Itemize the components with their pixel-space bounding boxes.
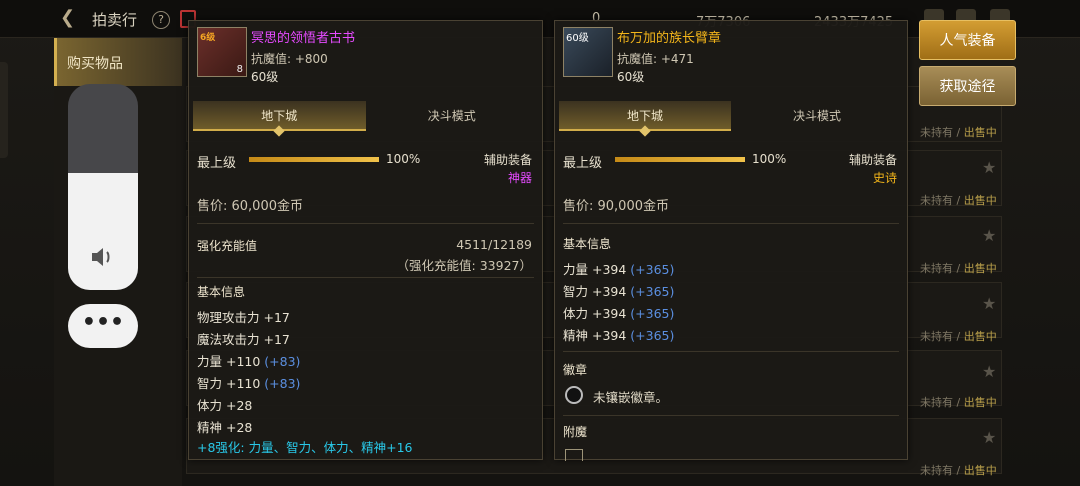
obtain-route-button[interactable]: 获取途径 xyxy=(919,66,1016,106)
item-tooltip-panel-1: 6级 8 冥思的领悟者古书 抗魔值: +800 60级 地下城 决斗模式 最上级… xyxy=(188,20,543,460)
tab-dungeon[interactable]: 地下城 xyxy=(193,101,366,131)
item-icon: 60级 xyxy=(563,27,613,77)
divider xyxy=(563,223,899,224)
stat-line: 物理攻击力 +17 xyxy=(197,310,290,325)
grade-label: 最上级 xyxy=(563,156,603,171)
item-icon-tag: 6级 xyxy=(200,33,216,43)
divider xyxy=(197,277,534,278)
grade-bar xyxy=(249,157,379,162)
item-level: 60级 xyxy=(251,70,279,84)
stat-line: 体力 +394 (+365) xyxy=(563,306,675,321)
emblem-text: 未镶嵌徽章。 xyxy=(593,390,669,405)
tab-dungeon[interactable]: 地下城 xyxy=(559,101,731,131)
divider xyxy=(563,415,899,416)
sale-price: 售价: 60,000金币 xyxy=(197,199,303,214)
stat-line: 智力 +110 (+83) xyxy=(197,376,301,391)
star-icon[interactable]: ★ xyxy=(982,158,996,177)
sale-price: 售价: 90,000金币 xyxy=(563,199,669,214)
slot-type: 辅助装备 xyxy=(483,153,532,167)
row-status: 未持有 / 出售中 xyxy=(920,262,997,275)
item-resist: 抗魔值: +800 xyxy=(251,52,328,66)
row-status: 未持有 / 出售中 xyxy=(920,194,997,207)
slot-type: 辅助装备 xyxy=(848,153,897,167)
basic-info-title: 基本信息 xyxy=(197,285,246,299)
stat-line: 精神 +28 xyxy=(197,420,253,435)
basic-info-title: 基本信息 xyxy=(563,237,612,251)
popular-equipment-button[interactable]: 人气装备 xyxy=(919,20,1016,60)
grade-bar-fill xyxy=(615,157,745,162)
star-icon[interactable]: ★ xyxy=(982,362,996,381)
stat-line: 力量 +110 (+83) xyxy=(197,354,301,369)
sidebar-item-label: 购买物品 xyxy=(67,56,123,72)
item-level: 60级 xyxy=(617,70,645,84)
row-status: 未持有 / 出售中 xyxy=(920,464,997,477)
mode-tabs: 地下城 决斗模式 xyxy=(559,101,903,131)
row-status: 未持有 / 出售中 xyxy=(920,330,997,343)
divider xyxy=(563,351,899,352)
item-tooltip-panel-2: 60级 布万加的族长臂章 抗魔值: +471 60级 地下城 决斗模式 最上级 … xyxy=(554,20,908,461)
tab-duel[interactable]: 决斗模式 xyxy=(731,101,903,131)
grade-label: 最上级 xyxy=(197,156,237,171)
grade-percent: 100% xyxy=(386,152,421,166)
help-icon[interactable]: ? xyxy=(152,11,170,29)
stat-line: 力量 +394 (+365) xyxy=(563,262,675,277)
more-options-button[interactable]: ••• xyxy=(68,304,138,348)
grade-bar xyxy=(615,157,745,162)
volume-slider-fill xyxy=(68,172,138,290)
edge-handle[interactable] xyxy=(0,62,8,158)
item-name: 布万加的族长臂章 xyxy=(617,31,722,46)
charge-value: 4511/12189 xyxy=(456,237,532,252)
item-icon-level: 60级 xyxy=(566,33,589,44)
rarity-label: 史诗 xyxy=(872,171,897,185)
enchant-checkbox[interactable] xyxy=(565,449,583,461)
grade-bar-fill xyxy=(249,157,379,162)
item-name: 冥思的领悟者古书 xyxy=(251,31,356,46)
mode-tabs: 地下城 决斗模式 xyxy=(193,101,538,131)
emblem-slot-icon xyxy=(565,386,583,404)
sidebar-item-buy[interactable]: 购买物品 xyxy=(54,38,182,86)
stat-line: 魔法攻击力 +17 xyxy=(197,332,290,347)
enhance-bonus: +8强化: 力量、智力、体力、精神+16 xyxy=(197,440,413,455)
back-arrow-icon[interactable]: ❮ xyxy=(60,8,82,28)
stat-line: 体力 +28 xyxy=(197,398,253,413)
tab-duel[interactable]: 决斗模式 xyxy=(366,101,539,131)
divider xyxy=(197,223,534,224)
star-icon[interactable]: ★ xyxy=(982,428,996,447)
speaker-icon xyxy=(92,248,110,266)
star-icon[interactable]: ★ xyxy=(982,294,996,313)
star-icon[interactable]: ★ xyxy=(982,226,996,245)
enchant-title: 附魔 xyxy=(563,425,588,439)
charge-title: 强化充能值 xyxy=(197,239,258,253)
item-icon: 6级 8 xyxy=(197,27,247,77)
volume-slider[interactable] xyxy=(68,84,138,290)
stat-line: 精神 +394 (+365) xyxy=(563,328,675,343)
item-resist: 抗魔值: +471 xyxy=(617,52,694,66)
item-icon-count: 8 xyxy=(236,64,243,75)
rarity-label: 神器 xyxy=(507,171,532,185)
row-status: 未持有 / 出售中 xyxy=(920,126,997,139)
page-title: 拍卖行 xyxy=(92,11,138,29)
charge-sub-value: （强化充能值: 33927） xyxy=(396,258,532,273)
stat-line: 智力 +394 (+365) xyxy=(563,284,675,299)
grade-percent: 100% xyxy=(752,152,787,166)
row-status: 未持有 / 出售中 xyxy=(920,396,997,409)
emblem-title: 徽章 xyxy=(563,363,588,377)
